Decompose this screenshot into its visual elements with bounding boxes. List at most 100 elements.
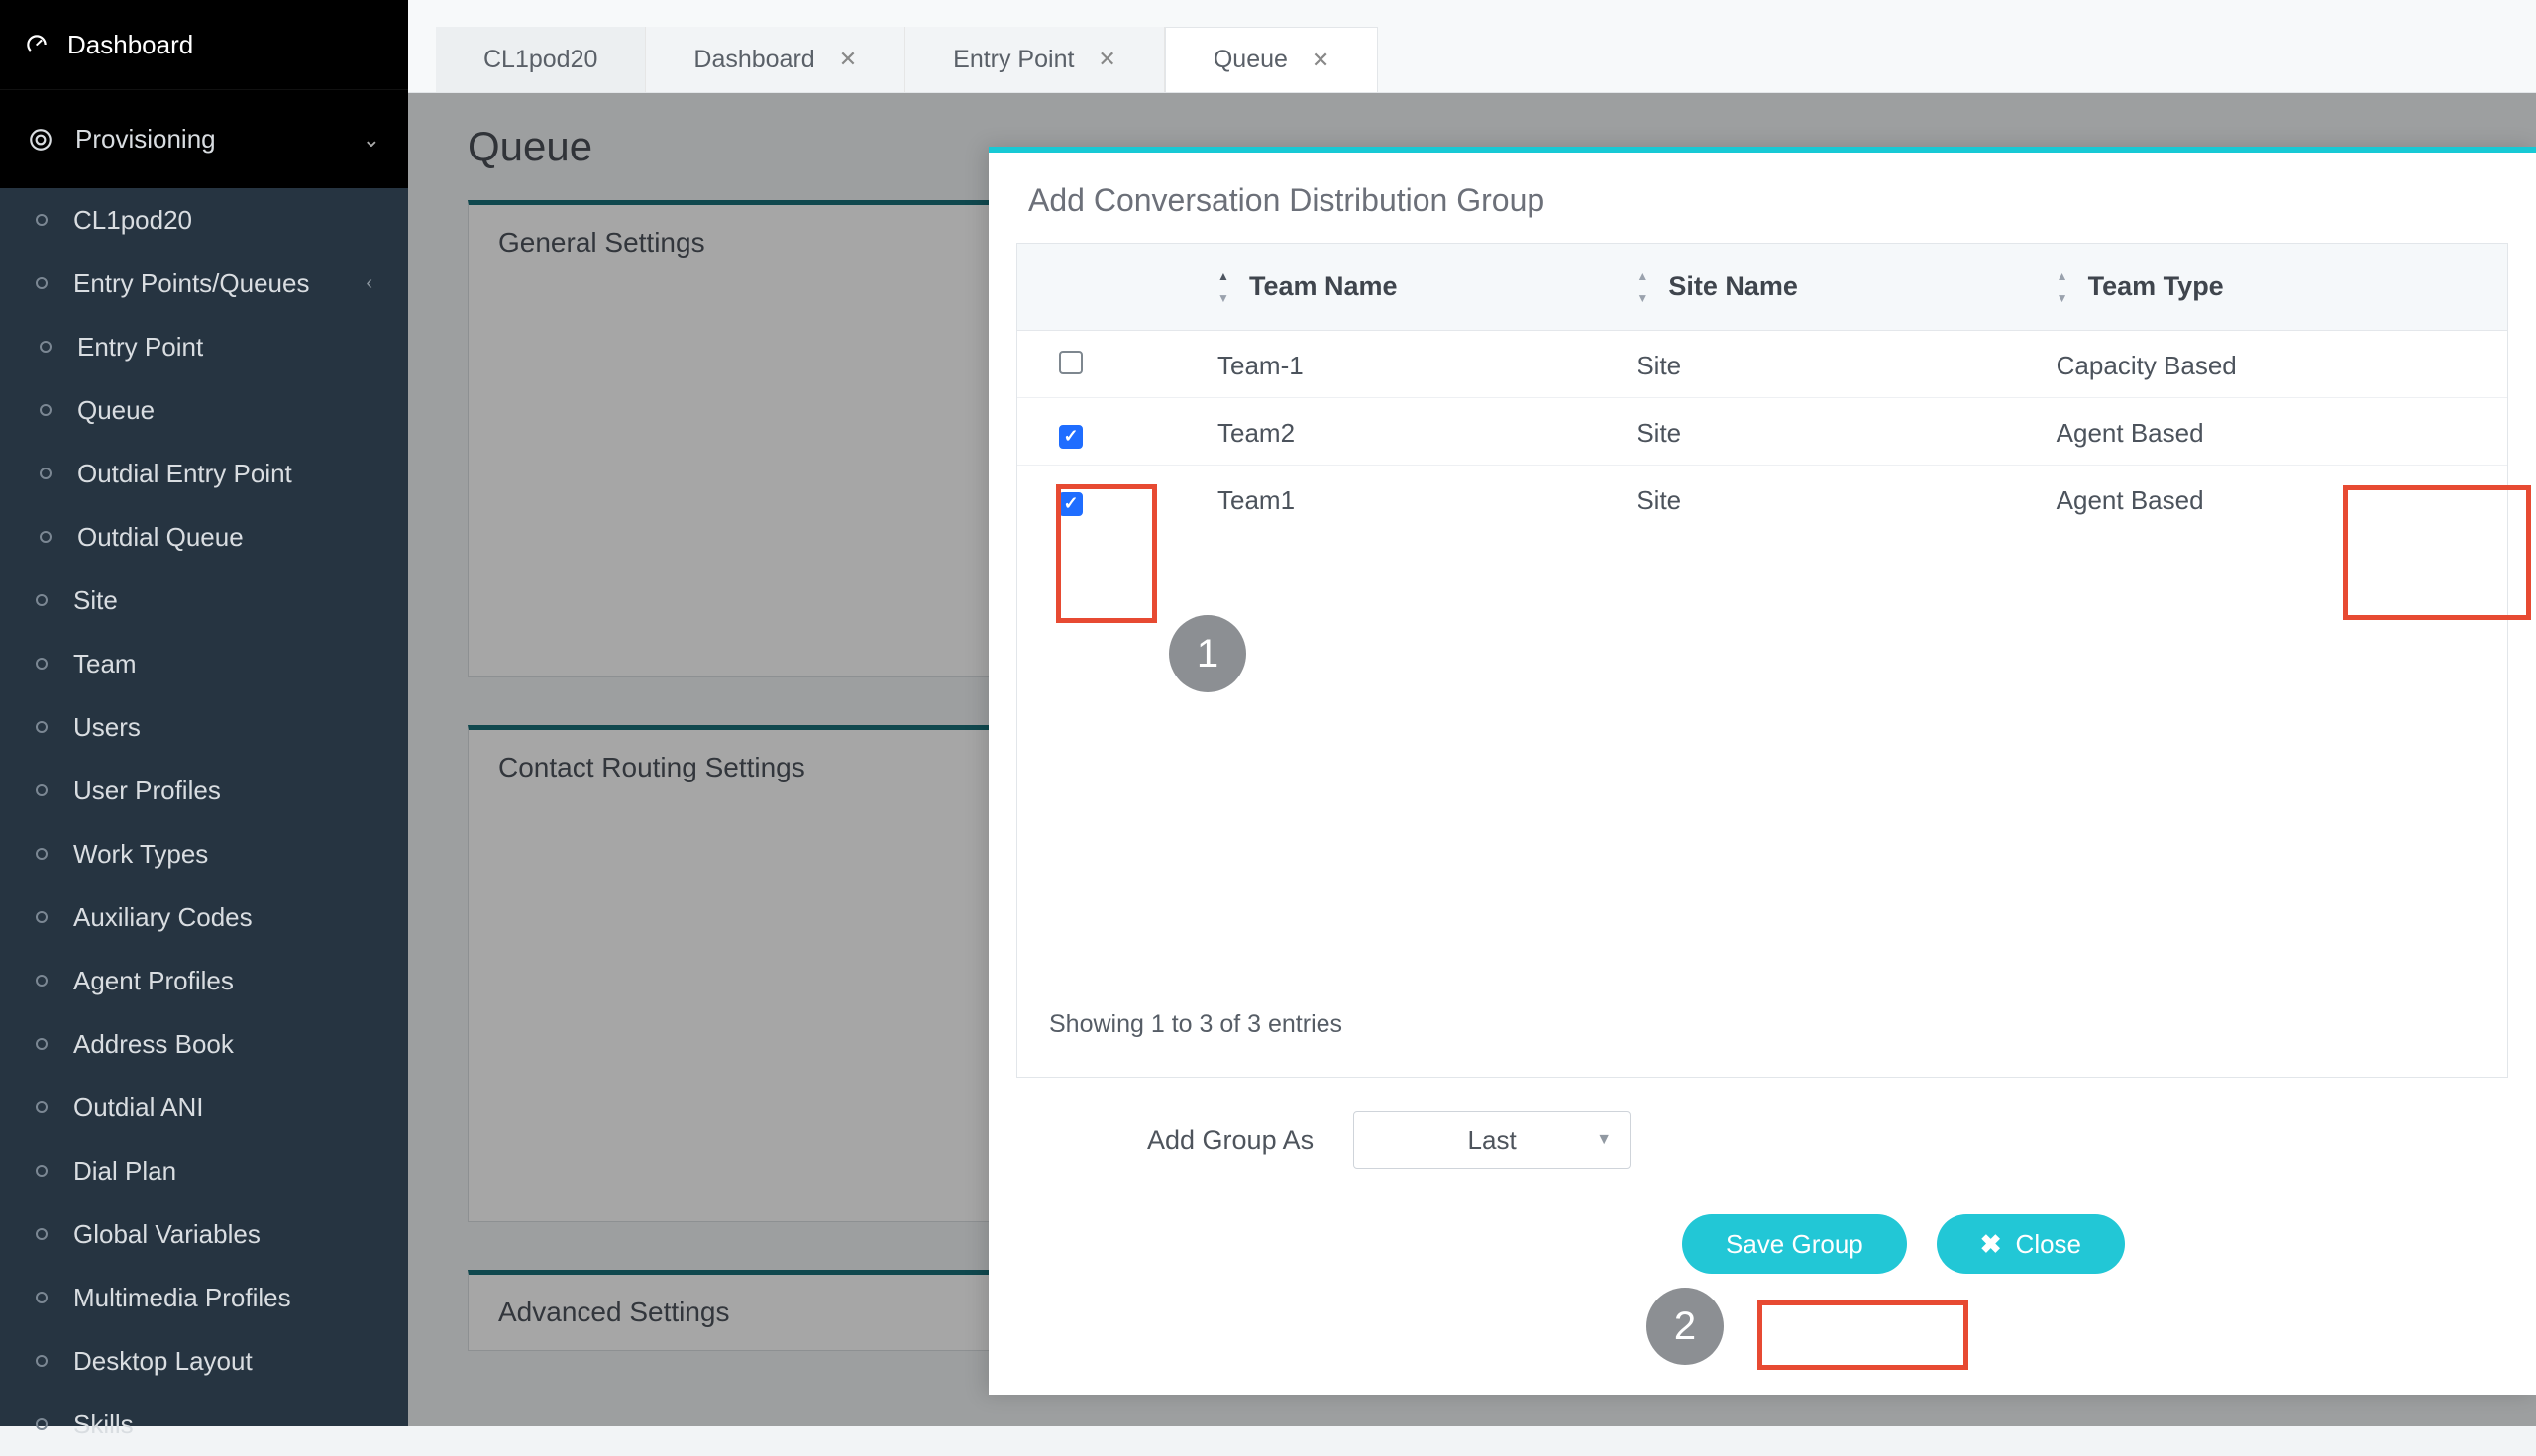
sidebar-item[interactable]: Skills: [0, 1393, 408, 1456]
caret-down-icon: ▼: [1596, 1131, 1612, 1149]
sidebar-item-label: Queue: [77, 395, 155, 426]
sidebar-item[interactable]: Team: [0, 632, 408, 695]
add-group-as-label: Add Group As: [1147, 1125, 1314, 1156]
sort-icon: [1217, 273, 1239, 301]
cell-site-name: Site: [1637, 485, 2056, 516]
cell-team-type: Capacity Based: [2057, 351, 2476, 381]
bullet-icon: [40, 341, 52, 353]
sidebar-item-label: Multimedia Profiles: [73, 1283, 291, 1313]
sidebar-item[interactable]: Dial Plan: [0, 1139, 408, 1202]
sidebar-item[interactable]: Multimedia Profiles: [0, 1266, 408, 1329]
sidebar-item[interactable]: Queue: [0, 378, 408, 442]
tab-static[interactable]: CL1pod20: [436, 27, 646, 92]
sidebar-item-label: Dial Plan: [73, 1156, 176, 1187]
bullet-icon: [36, 848, 48, 860]
sidebar-item-label: Outdial ANI: [73, 1092, 204, 1123]
col-team-type[interactable]: Team Type: [2057, 271, 2476, 302]
tab[interactable]: Entry Point ✕: [905, 27, 1165, 92]
table-row: Team-1SiteCapacity Based: [1017, 331, 2507, 398]
sidebar-item-label: Desktop Layout: [73, 1346, 253, 1377]
sidebar-item[interactable]: Desktop Layout: [0, 1329, 408, 1393]
chevron-down-icon: ⌄: [363, 127, 380, 153]
sidebar-item-label: User Profiles: [73, 776, 221, 806]
modal-buttons: Save Group ✖ Close: [1623, 1202, 2536, 1313]
tab-bar: CL1pod20 Dashboard✕ Entry Point ✕ Queue ✕: [408, 0, 2536, 93]
sidebar-item[interactable]: Auxiliary Codes: [0, 885, 408, 949]
grid-header: Team Name Site Name Team Type: [1017, 244, 2507, 331]
sidebar-item-label: Address Book: [73, 1029, 234, 1060]
modal-footer-controls: Add Group As Last ▼: [989, 1078, 2536, 1202]
dashboard-icon: [24, 32, 50, 57]
sidebar-item[interactable]: Outdial Queue: [0, 505, 408, 569]
bullet-icon: [36, 277, 48, 289]
sidebar-item[interactable]: Outdial ANI: [0, 1076, 408, 1139]
bullet-icon: [36, 658, 48, 670]
cell-team-type: Agent Based: [2057, 485, 2476, 516]
bullet-icon: [36, 975, 48, 987]
grid-footer: Showing 1 to 3 of 3 entries: [1017, 988, 2507, 1061]
close-icon[interactable]: ✕: [839, 47, 857, 72]
sidebar-item-label: Work Types: [73, 839, 208, 870]
bullet-icon: [36, 1101, 48, 1113]
add-group-as-select[interactable]: Last ▼: [1353, 1111, 1631, 1169]
sidebar-item-label: Agent Profiles: [73, 966, 234, 996]
tab-label: Entry Point: [953, 46, 1074, 74]
tab[interactable]: Dashboard✕: [646, 27, 905, 92]
sidebar-item[interactable]: Outdial Entry Point: [0, 442, 408, 505]
col-team-name[interactable]: Team Name: [1217, 271, 1637, 302]
sidebar-item[interactable]: Entry Points/Queues ‹: [0, 252, 408, 315]
row-checkbox[interactable]: [1059, 351, 1083, 374]
cell-team-type: Agent Based: [2057, 418, 2476, 449]
close-icon[interactable]: ✕: [1098, 47, 1115, 72]
col-site-name[interactable]: Site Name: [1637, 271, 2056, 302]
bullet-icon: [36, 1418, 48, 1430]
bullet-icon: [36, 784, 48, 796]
bullet-icon: [36, 1355, 48, 1367]
close-icon[interactable]: ✕: [1312, 48, 1329, 73]
bullet-icon: [36, 911, 48, 923]
row-checkbox[interactable]: [1059, 492, 1083, 516]
sidebar-item[interactable]: Agent Profiles: [0, 949, 408, 1012]
sidebar-item-label: Site: [73, 585, 118, 616]
cell-team-name: Team2: [1217, 418, 1637, 449]
sidebar-item[interactable]: User Profiles: [0, 759, 408, 822]
bullet-icon: [40, 531, 52, 543]
sidebar-dashboard-label: Dashboard: [67, 30, 193, 60]
sidebar-item[interactable]: CL1pod20: [0, 188, 408, 252]
sidebar-item-label: Global Variables: [73, 1219, 261, 1250]
sidebar-item[interactable]: Users: [0, 695, 408, 759]
row-checkbox[interactable]: [1059, 425, 1083, 449]
bullet-icon: [36, 1165, 48, 1177]
tab[interactable]: Queue ✕: [1165, 27, 1379, 92]
sidebar-item-label: Auxiliary Codes: [73, 902, 253, 933]
sidebar: Dashboard Provisioning ⌄ CL1pod20 Entry P…: [0, 0, 408, 1426]
chevron-left-icon: ‹: [366, 272, 372, 295]
close-icon: ✖: [1980, 1229, 2002, 1260]
sidebar-item-label: Entry Point: [77, 332, 203, 363]
sidebar-item-label: Users: [73, 712, 141, 743]
bullet-icon: [36, 1038, 48, 1050]
sidebar-item[interactable]: Global Variables: [0, 1202, 408, 1266]
close-label: Close: [2016, 1229, 2081, 1260]
bullet-icon: [36, 1228, 48, 1240]
team-grid: Team Name Site Name Team Type Team-1Site…: [1017, 244, 2507, 1061]
sidebar-item-label: CL1pod20: [73, 205, 192, 236]
close-button[interactable]: ✖ Close: [1937, 1214, 2125, 1274]
sidebar-item[interactable]: Site: [0, 569, 408, 632]
sidebar-provisioning-heading[interactable]: Provisioning ⌄: [0, 89, 408, 188]
sidebar-item-label: Entry Points/Queues: [73, 268, 309, 299]
sort-icon: [2057, 273, 2078, 301]
save-group-label: Save Group: [1726, 1229, 1863, 1260]
provisioning-icon: [28, 127, 53, 153]
cell-team-name: Team1: [1217, 485, 1637, 516]
save-group-button[interactable]: Save Group: [1682, 1214, 1907, 1274]
sidebar-item-label: Outdial Entry Point: [77, 459, 292, 489]
tab-static-label: CL1pod20: [483, 46, 597, 74]
tab-label: Queue: [1214, 46, 1288, 74]
sidebar-item-label: Outdial Queue: [77, 522, 244, 553]
sidebar-item[interactable]: Work Types: [0, 822, 408, 885]
table-row: Team2SiteAgent Based: [1017, 398, 2507, 466]
sidebar-item[interactable]: Entry Point: [0, 315, 408, 378]
sidebar-dashboard-link[interactable]: Dashboard: [0, 0, 408, 89]
sidebar-item[interactable]: Address Book: [0, 1012, 408, 1076]
